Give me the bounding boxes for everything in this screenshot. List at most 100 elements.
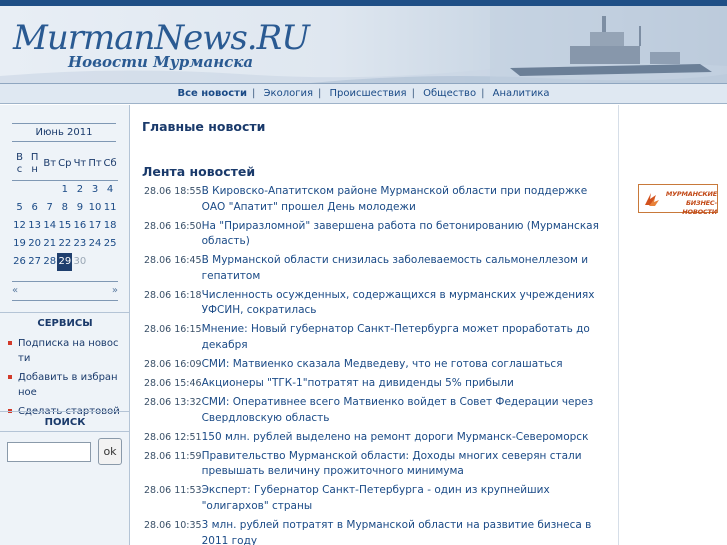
nav-ecology[interactable]: Экология bbox=[259, 88, 318, 99]
calendar-day-today[interactable]: 29 bbox=[57, 253, 73, 271]
news-timestamp: 28.06 12:51 bbox=[144, 431, 202, 443]
search-input[interactable] bbox=[7, 442, 91, 462]
calendar-day[interactable]: 16 bbox=[72, 217, 87, 235]
bullet-icon bbox=[8, 341, 12, 345]
news-timestamp: 28.06 13:32 bbox=[144, 397, 202, 409]
business-news-banner[interactable]: МУРМАНСКИЕ БИЗНЕС-НОВОСТИ bbox=[638, 184, 718, 216]
services-title: СЕРВИСЫ bbox=[37, 318, 93, 329]
calendar-prev-month[interactable]: « bbox=[12, 282, 18, 299]
news-headline-link[interactable]: В Кировско-Апатитском районе Мурманской … bbox=[202, 184, 609, 215]
calendar-weekday: П н bbox=[30, 152, 39, 175]
news-item: 28.06 18:55 В Кировско-Апатитском районе … bbox=[144, 184, 609, 215]
main-content: Главные новости Лента новостей 28.06 18:… bbox=[131, 105, 618, 545]
site-logo-subtitle: Новости Мурманска bbox=[68, 53, 254, 71]
calendar-day[interactable]: 3 bbox=[87, 181, 102, 199]
news-timestamp: 28.06 15:46 bbox=[144, 378, 202, 390]
news-timestamp: 28.06 16:45 bbox=[144, 255, 202, 267]
news-headline-link[interactable]: Численность осужденных, содержащихся в м… bbox=[202, 288, 609, 319]
news-item: 28.06 16:50 На "Приразломной" завершена р… bbox=[144, 219, 609, 250]
calendar-day[interactable]: 26 bbox=[12, 253, 27, 271]
category-nav: Все новости | Экология | Происшествия | Общ… bbox=[0, 84, 727, 104]
news-headline-link[interactable]: Акционеры "ТГК-1"потратят на дивиденды 5… bbox=[202, 376, 609, 392]
calendar-day[interactable]: 24 bbox=[87, 235, 102, 253]
news-headline-link[interactable]: СМИ: Оперативнее всего Матвиенко войдет … bbox=[202, 395, 609, 426]
news-item: 28.06 11:59 Правительство Мурманской обла… bbox=[144, 449, 609, 480]
banner-text-line1: МУРМАНСКИЕ bbox=[665, 190, 717, 198]
service-subscribe[interactable]: Подписка на новости bbox=[8, 336, 122, 366]
calendar-day[interactable]: 4 bbox=[103, 181, 118, 199]
calendar-day[interactable]: 8 bbox=[57, 199, 72, 217]
divider bbox=[0, 312, 130, 313]
news-headline-link[interactable]: На "Приразломной" завершена работа по бе… bbox=[202, 219, 609, 250]
calendar-day[interactable]: 2 bbox=[72, 181, 87, 199]
calendar-day[interactable]: 23 bbox=[72, 235, 87, 253]
left-sidebar: Июнь 2011 В сП н Вт Ср Чт Пт Сб 1 2 3 4 5 6 7 8 9 10 11 1… bbox=[0, 105, 130, 545]
search-submit-button[interactable]: ok bbox=[98, 438, 122, 465]
calendar-weekday: Пт bbox=[88, 158, 102, 169]
calendar-day[interactable]: 27 bbox=[27, 253, 42, 271]
news-timestamp: 28.06 16:15 bbox=[144, 324, 202, 336]
calendar-week-row: 26 27 28 29 30 bbox=[12, 253, 118, 271]
search-title: ПОИСК bbox=[44, 417, 86, 428]
nav-separator: | bbox=[411, 88, 415, 99]
news-headline-link[interactable]: 3 млн. рублей потратят в Мурманской обла… bbox=[202, 518, 609, 545]
news-item: 28.06 10:35 3 млн. рублей потратят в Мурм… bbox=[144, 518, 609, 545]
nav-separator: | bbox=[317, 88, 322, 99]
calendar-weekday-row: В с П н Вт Ср Чт Пт Сб bbox=[12, 148, 118, 181]
services-list: Подписка на новости Добавить в избранное… bbox=[8, 336, 122, 423]
news-item: 28.06 16:09 СМИ: Матвиенко сказала Медвед… bbox=[144, 357, 609, 373]
news-item: 28.06 11:53 Эксперт: Губернатор Санкт-Пет… bbox=[144, 483, 609, 514]
nav-all-news[interactable]: Все новости bbox=[172, 88, 252, 99]
calendar-day[interactable]: 20 bbox=[27, 235, 42, 253]
calendar-week-row: 12 13 14 15 16 17 18 bbox=[12, 217, 118, 235]
calendar-day[interactable]: 14 bbox=[42, 217, 57, 235]
calendar-day[interactable]: 7 bbox=[42, 199, 57, 217]
news-feed-title: Лента новостей bbox=[142, 164, 256, 179]
news-headline-link[interactable]: Правительство Мурманской области: Доходы… bbox=[202, 449, 609, 480]
calendar-day[interactable]: 21 bbox=[42, 235, 57, 253]
news-item: 28.06 16:15 Мнение: Новый губернатор Санк… bbox=[144, 322, 609, 353]
calendar-nav: « » bbox=[12, 281, 118, 301]
news-item: 28.06 13:32 СМИ: Оперативнее всего Матвие… bbox=[144, 395, 609, 426]
calendar-grid: В сП н Вт Ср Чт Пт Сб 1 2 3 4 5 6 7 8 9 10 11 12 13 14 15 16 1… bbox=[12, 148, 118, 271]
top-news-title: Главные новости bbox=[142, 119, 266, 134]
calendar-day[interactable]: 13 bbox=[27, 217, 42, 235]
calendar-day: 30 bbox=[73, 256, 87, 267]
news-headline-link[interactable]: В Мурманской области снизилась заболевае… bbox=[202, 253, 609, 284]
calendar-next-month[interactable]: » bbox=[112, 282, 118, 299]
site-logo-title[interactable]: MurmanNews.RU bbox=[13, 18, 310, 58]
news-timestamp: 28.06 16:18 bbox=[144, 289, 202, 301]
calendar-day[interactable]: 19 bbox=[12, 235, 27, 253]
nav-society[interactable]: Общество bbox=[418, 88, 481, 99]
calendar-day[interactable]: 22 bbox=[57, 235, 72, 253]
news-headline-link[interactable]: 150 млн. рублей выделено на ремонт дорог… bbox=[202, 430, 609, 446]
calendar-week-row: 5 6 7 8 9 10 11 bbox=[12, 199, 118, 217]
news-timestamp: 28.06 11:59 bbox=[144, 450, 202, 462]
divider bbox=[0, 411, 130, 412]
calendar-day[interactable]: 12 bbox=[12, 217, 27, 235]
news-headline-link[interactable]: Мнение: Новый губернатор Санкт-Петербург… bbox=[202, 322, 609, 353]
news-headline-link[interactable]: СМИ: Матвиенко сказала Медведеву, что не… bbox=[202, 357, 609, 373]
calendar-day[interactable]: 11 bbox=[103, 199, 118, 217]
nav-analytics[interactable]: Аналитика bbox=[488, 88, 555, 99]
calendar-day[interactable]: 1 bbox=[57, 181, 72, 199]
site-header: MurmanNews.RU Новости Мурманска bbox=[0, 6, 727, 84]
calendar-day[interactable]: 9 bbox=[72, 199, 87, 217]
calendar-day[interactable]: 6 bbox=[27, 199, 42, 217]
banner-text-line2: БИЗНЕС-НОВОСТИ bbox=[682, 199, 717, 216]
calendar-day[interactable]: 25 bbox=[103, 235, 118, 253]
calendar-day[interactable]: 10 bbox=[87, 199, 102, 217]
calendar-day[interactable]: 28 bbox=[42, 253, 57, 271]
news-timestamp: 28.06 16:09 bbox=[144, 358, 202, 370]
calendar-day[interactable]: 5 bbox=[12, 199, 27, 217]
nav-separator: | bbox=[481, 88, 485, 99]
calendar-day[interactable]: 15 bbox=[57, 217, 72, 235]
nav-incidents[interactable]: Происшествия bbox=[325, 88, 412, 99]
nav-separator: | bbox=[251, 88, 256, 99]
service-add-favorites[interactable]: Добавить в избранное bbox=[8, 370, 122, 400]
news-headline-link[interactable]: Эксперт: Губернатор Санкт-Петербурга - о… bbox=[202, 483, 609, 514]
calendar-weekday: Сб bbox=[103, 158, 117, 169]
news-timestamp: 28.06 18:55 bbox=[144, 186, 202, 197]
calendar-day[interactable]: 18 bbox=[103, 217, 118, 235]
calendar-day[interactable]: 17 bbox=[87, 217, 102, 235]
